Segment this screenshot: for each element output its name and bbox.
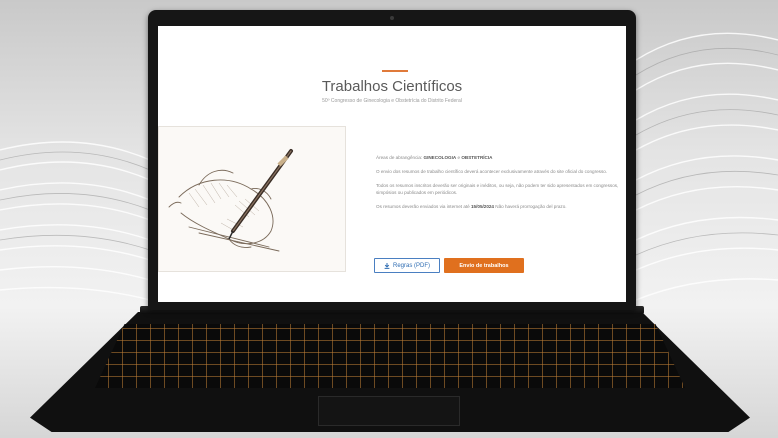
deadline-suffix: Não haverá prorrogação del prazo. (495, 204, 567, 209)
deadline-prefix: Os resumos deverão enviados via internet… (376, 204, 470, 209)
hand-writing-illustration (158, 126, 346, 272)
area-gynecology: GINECOLOGIA (423, 155, 457, 160)
rules-pdf-button[interactable]: Regras (PDF) (374, 258, 440, 273)
deadline-paragraph: Os resumos deverão enviados via internet… (376, 203, 620, 210)
deadline-date: 15/05/2024 (471, 204, 494, 209)
title-accent-line (382, 70, 408, 72)
submission-paragraph: O envio dos resumos de trabalho científi… (376, 169, 608, 174)
laptop-touchpad (318, 396, 460, 426)
areas-prefix: Áreas de abrangência: (376, 155, 423, 160)
laptop-lid: Trabalhos Científicos 50º Congresso de G… (148, 10, 636, 310)
rules-pdf-label: Regras (PDF) (392, 262, 430, 269)
webcam-icon (390, 16, 394, 20)
info-text: Áreas de abrangência: GINECOLOGIA e OBST… (376, 154, 620, 217)
areas-join: e (457, 155, 461, 160)
laptop-keyboard (95, 324, 685, 388)
download-icon (384, 262, 390, 269)
hand-with-pen-icon (168, 149, 293, 252)
submit-papers-button[interactable]: Envio de trabalhos (444, 258, 524, 273)
laptop-screen: Trabalhos Científicos 50º Congresso de G… (158, 26, 626, 302)
page-title: Trabalhos Científicos (321, 78, 463, 95)
areas-line: Áreas de abrangência: GINECOLOGIA e OBST… (376, 154, 620, 161)
originality-paragraph: Todos os resumos inscritos deverão ser o… (376, 183, 619, 195)
area-obstetrics: OBSTETRÍCIA (461, 155, 493, 160)
page-subtitle: 50º Congresso de Ginecologia e Obstetríc… (322, 98, 462, 104)
